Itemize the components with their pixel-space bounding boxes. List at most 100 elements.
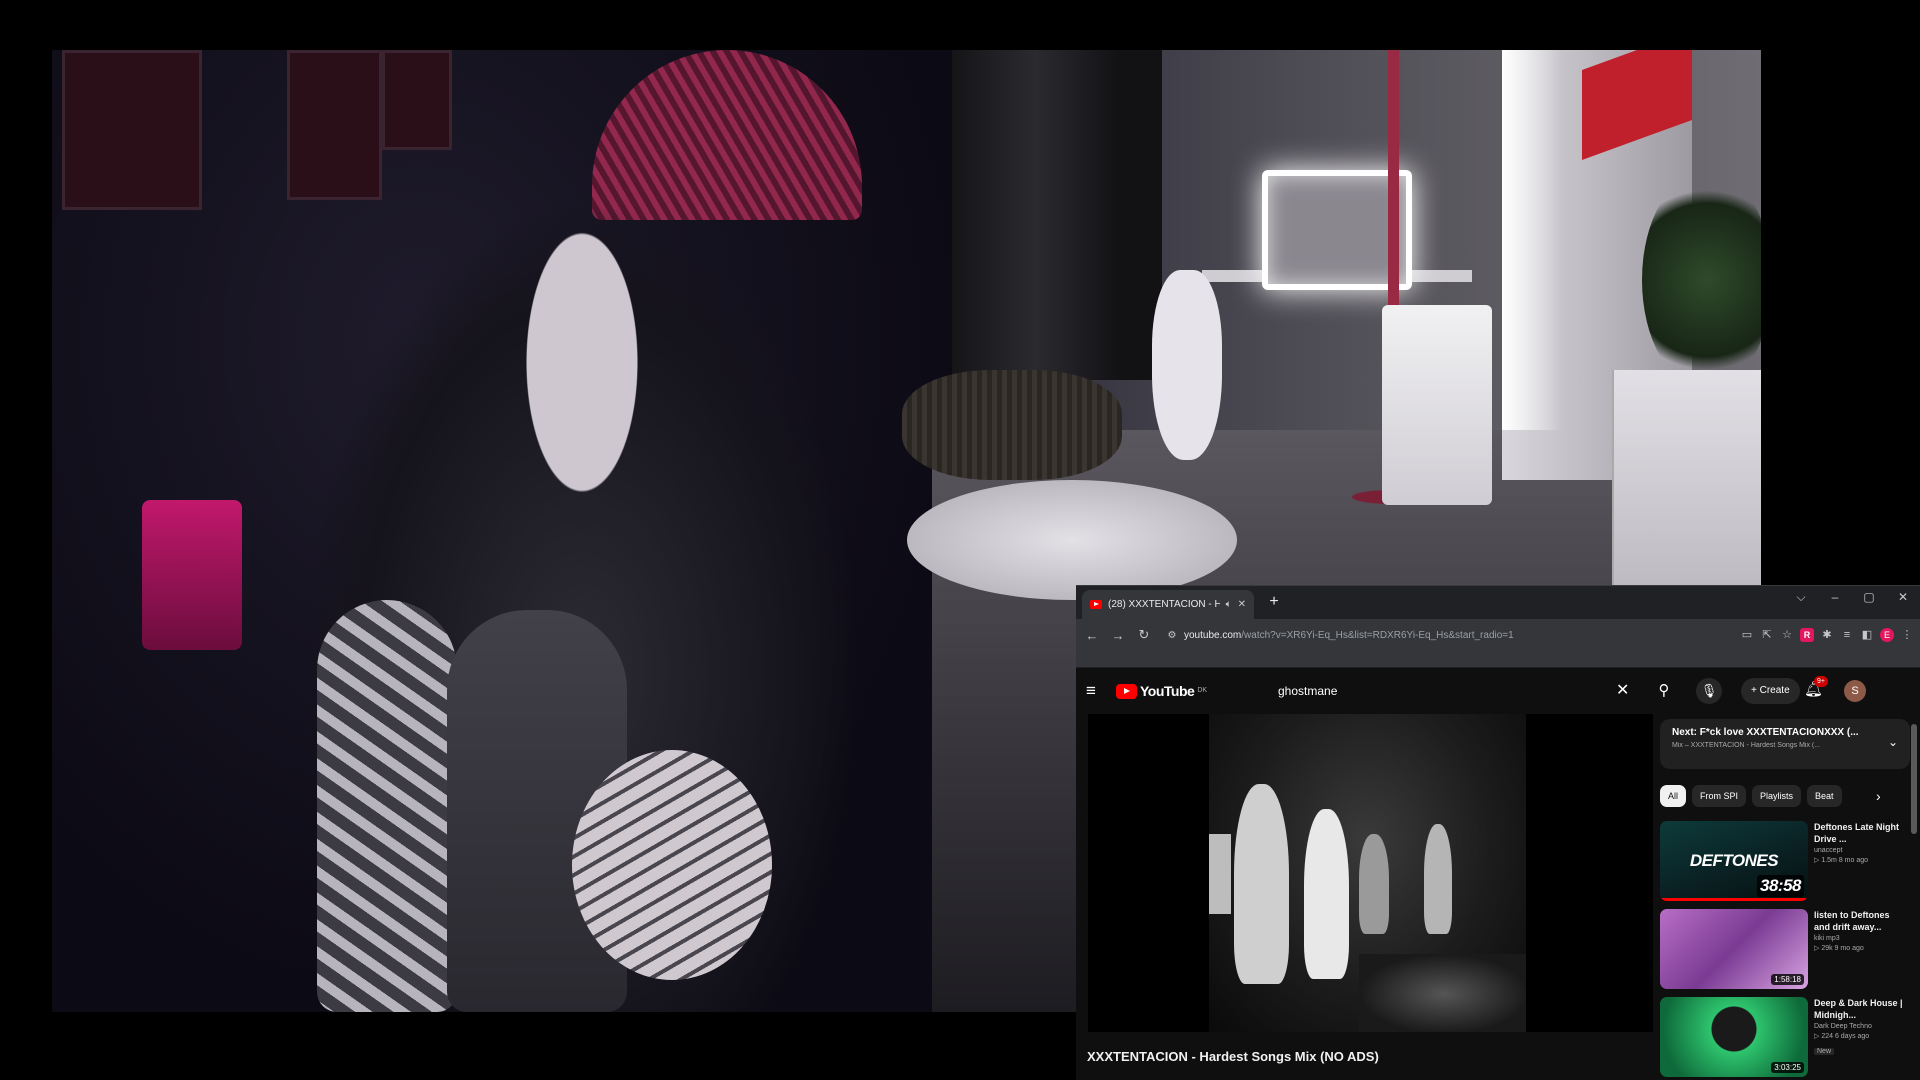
- side-panel-icon[interactable]: ◧: [1860, 628, 1874, 642]
- chevron-right-icon[interactable]: ›: [1876, 785, 1881, 807]
- country-code: DK: [1197, 687, 1208, 694]
- forward-arrow-icon[interactable]: →: [1108, 628, 1128, 643]
- more-menu-icon[interactable]: ⋮: [1900, 628, 1914, 642]
- chevron-down-icon[interactable]: ⌄: [1888, 735, 1898, 749]
- performer-figure: [1304, 809, 1349, 979]
- bookmarks-bar: [1076, 651, 1920, 668]
- performer-figure: [1234, 784, 1289, 984]
- cast-icon[interactable]: ▭: [1740, 628, 1754, 642]
- youtube-logo[interactable]: YouTube DK: [1116, 683, 1207, 699]
- recommendation-info: listen to Deftones and drift away... kik…: [1814, 909, 1904, 952]
- toolbar: ← → ↻ ⚙︎ youtube.com/watch?v=XR6Yi-Eq_Hs…: [1076, 619, 1920, 651]
- electric-guitar: [1152, 270, 1222, 460]
- minimize-button[interactable]: –: [1818, 586, 1852, 608]
- streamer-leg: [572, 750, 772, 980]
- recommendation-item[interactable]: 1:58:18 listen to Deftones and drift awa…: [1660, 909, 1916, 989]
- maximize-button[interactable]: ▢: [1852, 586, 1886, 608]
- address-bar[interactable]: ⚙︎ youtube.com/watch?v=XR6Yi-Eq_Hs&list=…: [1160, 623, 1734, 647]
- youtube-logo-text: YouTube: [1140, 683, 1195, 699]
- recommendation-meta: ▷ 224 6 days ago: [1814, 1033, 1870, 1040]
- microphone-icon[interactable]: 🎙︎: [1696, 678, 1722, 704]
- recommendation-title[interactable]: listen to Deftones and drift away...: [1814, 909, 1904, 933]
- media-queue-icon[interactable]: ≡: [1840, 628, 1854, 642]
- window-controls: ⌵ – ▢ ✕: [1784, 586, 1920, 608]
- watch-progress-bar: [1660, 898, 1808, 901]
- new-tab-button[interactable]: +: [1264, 593, 1284, 613]
- notification-badge: 9+: [1814, 676, 1828, 687]
- speaker-icon[interactable]: 🔈︎: [1226, 599, 1232, 610]
- share-icon[interactable]: ⇱: [1760, 628, 1774, 642]
- up-next-card[interactable]: Next: F*ck love XXXTENTACIONXXX (... Mix…: [1660, 719, 1910, 769]
- recommendation-title[interactable]: Deep & Dark House | Midnigh...: [1814, 997, 1904, 1021]
- recommendation-item[interactable]: 3:03:25 Deep & Dark House | Midnigh... D…: [1660, 997, 1916, 1077]
- knit-ottoman: [902, 370, 1122, 480]
- reload-icon[interactable]: ↻: [1134, 627, 1154, 643]
- stage-banner: [1209, 834, 1231, 914]
- thumbnail-text: DEFTONES: [1689, 851, 1779, 870]
- menu-hamburger-icon[interactable]: ≡: [1086, 681, 1110, 701]
- wall-poster: [382, 50, 452, 150]
- youtube-masthead: ≡ YouTube DK ghostmane ✕ ⚲ 🎙︎ + Create 🔔…: [1076, 668, 1920, 714]
- up-next-subtitle: Mix – XXXTENTACION - Hardest Songs Mix (…: [1672, 742, 1821, 749]
- recommendation-item[interactable]: DEFTONES 38:58 Deftones Late Night Drive…: [1660, 821, 1916, 901]
- search-input[interactable]: ghostmane: [1266, 676, 1646, 706]
- recommendation-thumbnail[interactable]: 3:03:25: [1660, 997, 1808, 1077]
- youtube-logo-icon: [1116, 683, 1137, 699]
- tab-strip: (28) XXXTENTACION - Hard 🔈︎ ✕ + ⌵ – ▢ ✕: [1076, 586, 1920, 619]
- close-window-button[interactable]: ✕: [1886, 586, 1920, 608]
- pink-led-lights: [142, 500, 242, 650]
- video-title: XXXTENTACION - Hardest Songs Mix (NO ADS…: [1087, 1049, 1379, 1064]
- browser-window: (28) XXXTENTACION - Hard 🔈︎ ✕ + ⌵ – ▢ ✕ …: [1076, 585, 1920, 1080]
- puzzle-extensions-icon[interactable]: ✱: [1820, 628, 1834, 642]
- chip-all[interactable]: All: [1660, 785, 1687, 807]
- video-player[interactable]: [1088, 714, 1653, 1032]
- duration-badge: 1:58:18: [1771, 974, 1804, 985]
- extension-icon[interactable]: R: [1800, 628, 1814, 642]
- portable-ac-unit: [1382, 305, 1492, 505]
- chip-beat[interactable]: Beat: [1807, 785, 1842, 807]
- recommendation-channel[interactable]: Dark Deep Techno: [1814, 1023, 1904, 1030]
- site-info-icon[interactable]: ⚙︎: [1166, 630, 1178, 641]
- daylight-glow: [1502, 50, 1562, 430]
- round-side-table: [907, 480, 1237, 600]
- new-badge: New: [1814, 1048, 1835, 1055]
- tab-youtube[interactable]: (28) XXXTENTACION - Hard 🔈︎ ✕: [1082, 590, 1254, 619]
- tab-search-icon[interactable]: ⌵: [1784, 586, 1818, 608]
- close-icon[interactable]: ✕: [1238, 599, 1246, 610]
- wall-poster: [287, 50, 382, 200]
- account-avatar[interactable]: S: [1844, 680, 1866, 702]
- recommendation-meta: ▷ 1.5m 8 mo ago: [1814, 857, 1869, 864]
- duration-badge: 3:03:25: [1771, 1062, 1804, 1073]
- search-icon[interactable]: ⚲: [1651, 678, 1677, 704]
- duration-badge: 38:58: [1757, 875, 1804, 897]
- streamer-leg: [317, 600, 457, 1012]
- video-frame: [1209, 714, 1526, 1032]
- performer-figure: [1359, 834, 1389, 934]
- clear-search-icon[interactable]: ✕: [1616, 680, 1629, 700]
- recommendation-info: Deep & Dark House | Midnigh... Dark Deep…: [1814, 997, 1904, 1058]
- crowd: [1359, 954, 1526, 1032]
- wall-poster: [62, 50, 202, 210]
- recommendation-channel[interactable]: kiki mp3: [1814, 935, 1904, 942]
- sidebar-scrollbar[interactable]: [1911, 724, 1917, 834]
- curtain: [952, 50, 1162, 380]
- recommendation-info: Deftones Late Night Drive ... unaccept ▷…: [1814, 821, 1904, 864]
- recommendation-thumbnail[interactable]: DEFTONES 38:58: [1660, 821, 1808, 901]
- white-dresser: [1612, 370, 1761, 590]
- recommendation-meta: ▷ 29k 9 mo ago: [1814, 945, 1864, 952]
- recommendation-title[interactable]: Deftones Late Night Drive ...: [1814, 821, 1904, 845]
- url-host: youtube.com: [1184, 629, 1242, 641]
- profile-avatar[interactable]: E: [1880, 628, 1894, 642]
- back-arrow-icon[interactable]: ←: [1082, 628, 1102, 643]
- recommendation-thumbnail[interactable]: 1:58:18: [1660, 909, 1808, 989]
- recommendation-channel[interactable]: unaccept: [1814, 847, 1904, 854]
- chip-from-spi[interactable]: From SPI: [1692, 785, 1747, 807]
- youtube-favicon-icon: [1090, 600, 1102, 609]
- create-button[interactable]: + Create: [1741, 678, 1800, 704]
- performer-figure: [1424, 824, 1452, 934]
- up-next-title: Next: F*ck love XXXTENTACIONXXX (...: [1672, 727, 1859, 738]
- tab-title: (28) XXXTENTACION - Hard: [1108, 599, 1220, 610]
- url-path: /watch?v=XR6Yi-Eq_Hs&list=RDXR6Yi-Eq_Hs&…: [1241, 629, 1514, 641]
- chip-playlists[interactable]: Playlists: [1752, 785, 1802, 807]
- bookmark-star-icon[interactable]: ☆: [1780, 628, 1794, 642]
